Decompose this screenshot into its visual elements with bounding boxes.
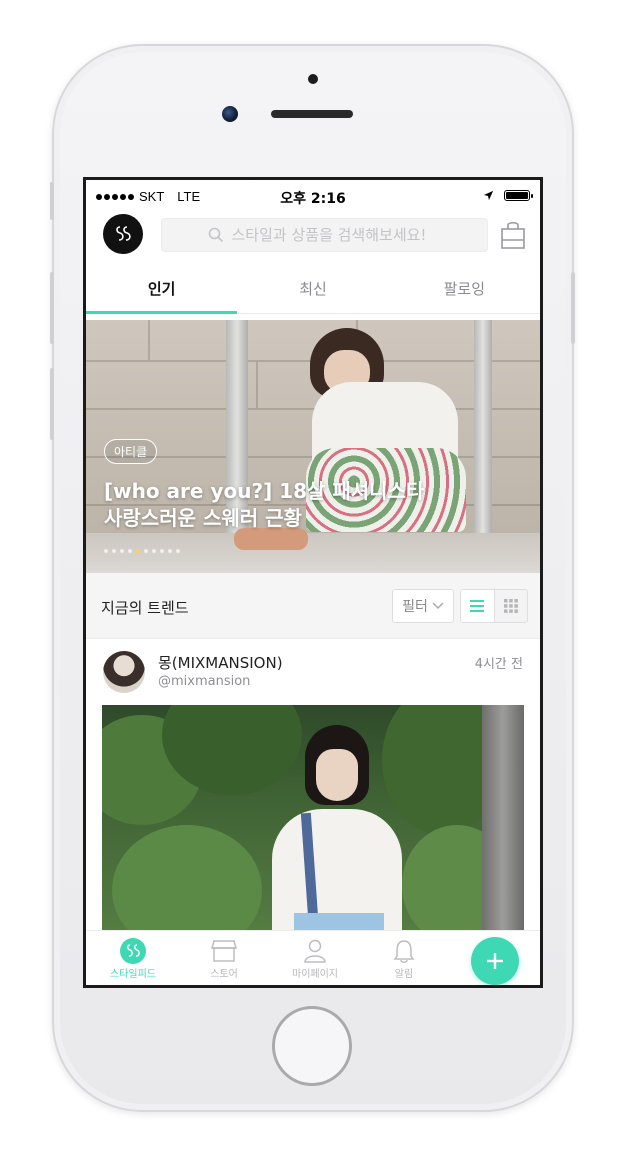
nav-notifications[interactable]: 알림 bbox=[369, 937, 439, 980]
hero-title-line-2: 사랑스러운 스웨러 근황 bbox=[104, 506, 302, 530]
pager-dot bbox=[120, 549, 124, 553]
person-face bbox=[316, 749, 358, 801]
status-time: 오후 2:16 bbox=[280, 191, 346, 207]
list-view-button[interactable] bbox=[461, 590, 495, 622]
person-shirt bbox=[272, 809, 402, 930]
article-badge: 아티클 bbox=[104, 439, 158, 464]
pager-dot bbox=[152, 549, 156, 553]
post-image[interactable] bbox=[102, 705, 524, 930]
pager-dot bbox=[104, 549, 108, 553]
nav-store[interactable]: 스토어 bbox=[189, 937, 259, 980]
pager-dot bbox=[160, 549, 164, 553]
nav-label: 스타일피드 bbox=[110, 969, 156, 980]
wall-brick-line bbox=[256, 362, 258, 408]
trend-title: 지금의 트렌드 bbox=[101, 599, 189, 617]
feed-tabs: 인기 최신 팔로잉 bbox=[86, 266, 540, 314]
add-post-button[interactable] bbox=[471, 937, 519, 985]
home-button[interactable] bbox=[272, 1006, 352, 1086]
battery-level bbox=[506, 192, 528, 199]
chevron-down-icon bbox=[432, 602, 444, 610]
avatar[interactable] bbox=[103, 651, 145, 693]
bell-icon bbox=[393, 940, 415, 963]
plus-icon bbox=[487, 953, 503, 969]
pager-dot bbox=[136, 549, 140, 553]
post-username[interactable]: 몽(MIXMANSION) bbox=[158, 652, 283, 673]
grid-view-button[interactable] bbox=[494, 590, 527, 622]
app-logo[interactable] bbox=[103, 214, 143, 254]
front-camera-icon bbox=[222, 106, 238, 122]
trend-header: 지금의 트렌드 필터 bbox=[86, 573, 540, 639]
pager-dot bbox=[128, 549, 132, 553]
hero-ground bbox=[86, 533, 540, 573]
grid-icon bbox=[503, 599, 518, 613]
search-icon bbox=[208, 227, 223, 243]
tab-following[interactable]: 팔로잉 bbox=[389, 266, 540, 313]
pager-dot bbox=[168, 549, 172, 553]
nav-label: 스토어 bbox=[210, 969, 238, 980]
nav-my-page[interactable]: 마이페이지 bbox=[280, 937, 350, 980]
volume-up-button bbox=[50, 272, 54, 344]
pager-dot bbox=[144, 549, 148, 553]
nav-style-feed[interactable]: 스타일피드 bbox=[98, 937, 168, 980]
wall-brick-line bbox=[148, 320, 150, 360]
nav-label: 마이페이지 bbox=[292, 969, 338, 980]
background-pillar bbox=[482, 705, 524, 930]
status-right bbox=[483, 190, 533, 201]
earpiece-speaker bbox=[271, 110, 353, 118]
style-feed-icon bbox=[120, 938, 146, 964]
battery-icon bbox=[504, 190, 533, 201]
app-screen: SKT LTE 오후 2:16 스타일과 상품을 검색해보세요! 인기 최신 팔… bbox=[83, 177, 543, 988]
status-bar: SKT LTE 오후 2:16 bbox=[86, 180, 540, 212]
nav-label: 알림 bbox=[394, 969, 414, 980]
store-icon bbox=[211, 940, 237, 962]
search-bar[interactable] bbox=[161, 218, 488, 252]
person-icon bbox=[304, 939, 326, 963]
post-header: 몽(MIXMANSION) @mixmansion 4시간 전 bbox=[86, 639, 540, 704]
filter-label: 필터 bbox=[402, 599, 428, 615]
filter-button[interactable]: 필터 bbox=[392, 589, 454, 623]
post-timestamp: 4시간 전 bbox=[474, 657, 523, 672]
post-handle: @mixmansion bbox=[158, 674, 251, 689]
hero-banner[interactable]: 아티클 [who are you?] 18살 패셔니스타 사랑스러운 스웨러 근… bbox=[86, 320, 540, 573]
search-input[interactable] bbox=[231, 226, 442, 244]
list-icon bbox=[470, 600, 485, 612]
foliage bbox=[112, 825, 262, 930]
location-arrow-icon bbox=[483, 190, 494, 201]
tab-latest[interactable]: 최신 bbox=[237, 266, 388, 313]
ss-logo-icon bbox=[116, 226, 131, 241]
shopping-bag-icon bbox=[501, 221, 525, 249]
hero-title-line-1: [who are you?] 18살 패셔니스타 bbox=[104, 479, 425, 503]
mute-switch bbox=[50, 182, 54, 220]
volume-down-button bbox=[50, 368, 54, 440]
view-toggle bbox=[460, 589, 528, 623]
hero-title: [who are you?] 18살 패셔니스타 사랑스러운 스웨러 근황 bbox=[104, 478, 504, 532]
banner-pager bbox=[104, 549, 180, 553]
pager-dot bbox=[176, 549, 180, 553]
cart-button[interactable] bbox=[500, 220, 526, 250]
tab-popular[interactable]: 인기 bbox=[86, 266, 238, 314]
person-skirt bbox=[294, 913, 384, 930]
pager-dot bbox=[112, 549, 116, 553]
power-button bbox=[571, 272, 575, 344]
proximity-sensor bbox=[308, 74, 318, 84]
bottom-nav: 스타일피드 스토어 마이페이지 알림 bbox=[86, 930, 540, 985]
